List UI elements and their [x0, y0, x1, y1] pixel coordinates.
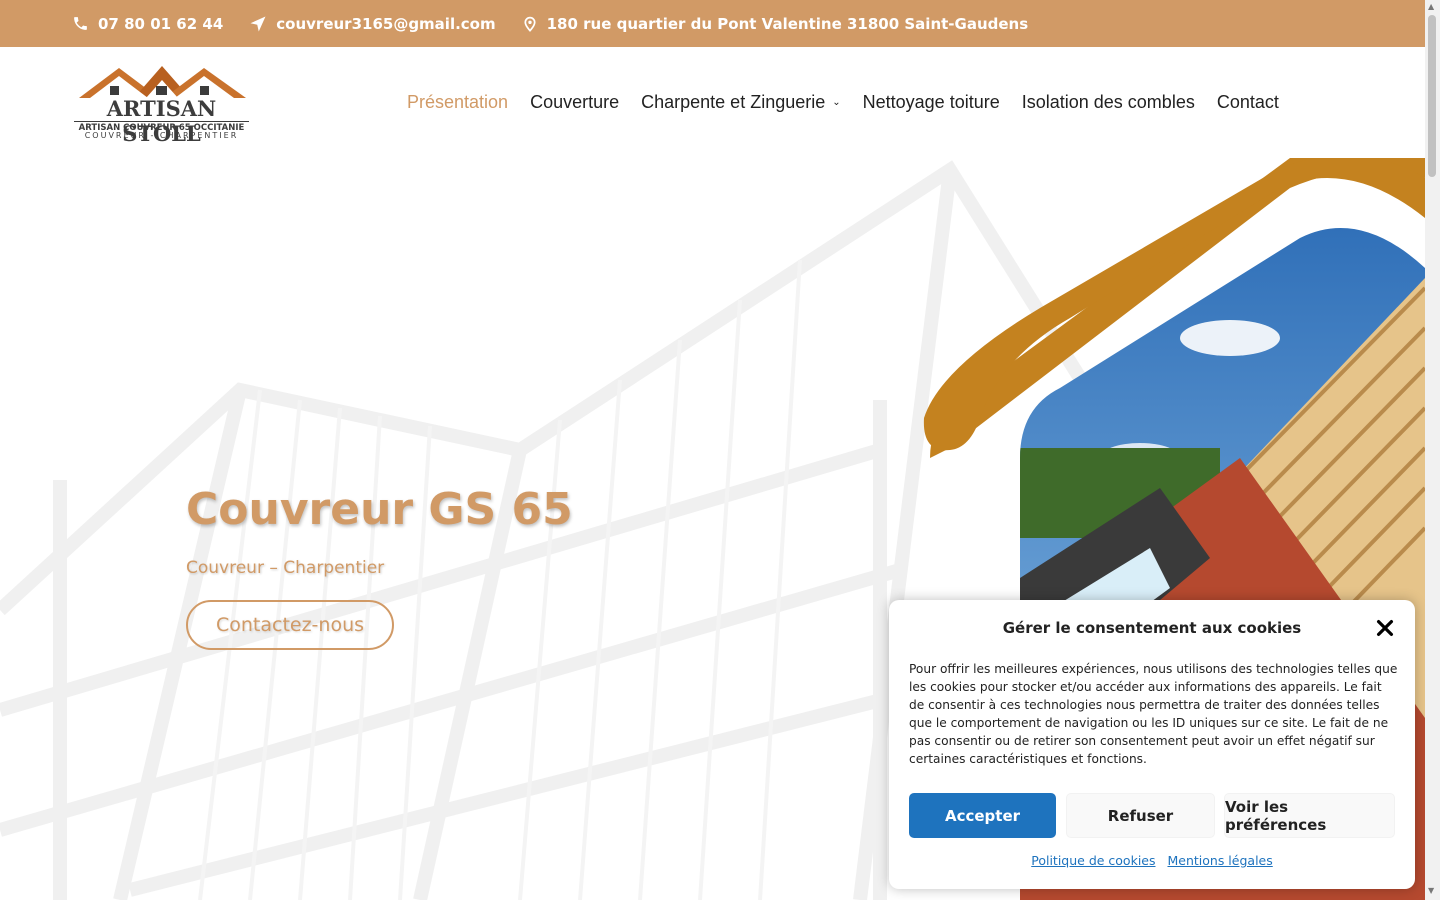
- top-contact-bar: 07 80 01 62 44 couvreur3165@gmail.com 18…: [0, 0, 1425, 47]
- scroll-up-arrow-icon[interactable]: ▲: [1428, 2, 1434, 11]
- view-preferences-button[interactable]: Voir les préférences: [1224, 793, 1395, 838]
- cookie-dialog-text: Pour offrir les meilleures expériences, …: [909, 662, 1398, 766]
- nav-label: Nettoyage toiture: [862, 92, 1000, 112]
- nav-label: Contact: [1216, 92, 1279, 112]
- scrollbar-thumb[interactable]: [1428, 15, 1436, 177]
- logo-subtitle: COUVREUR - CHARPENTIER: [84, 131, 239, 140]
- phone-number: 07 80 01 62 44: [98, 14, 224, 33]
- email-contact[interactable]: couvreur3165@gmail.com: [249, 14, 496, 33]
- nav-charpente-zinguerie[interactable]: Charpente et Zinguerie ⌄: [641, 92, 841, 113]
- hero-subtitle: Couvreur – Charpentier: [186, 558, 385, 578]
- nav-isolation-combles[interactable]: Isolation des combles: [1022, 92, 1195, 113]
- nav-label: Présentation: [407, 92, 509, 112]
- nav-nettoyage-toiture[interactable]: Nettoyage toiture: [863, 92, 1000, 113]
- map-pin-icon: [524, 16, 536, 32]
- chevron-down-icon: ⌄: [832, 97, 841, 108]
- close-icon[interactable]: [1374, 617, 1396, 639]
- scroll-down-arrow-icon[interactable]: ▼: [1428, 886, 1434, 895]
- phone-contact[interactable]: 07 80 01 62 44: [72, 15, 223, 33]
- nav-contact[interactable]: Contact: [1217, 92, 1279, 113]
- address-contact: 180 rue quartier du Pont Valentine 31800…: [522, 14, 1029, 33]
- cookie-dialog-title: Gérer le consentement aux cookies: [1002, 619, 1302, 637]
- send-icon: [250, 16, 266, 31]
- main-navigation: Présentation Couverture Charpente et Zin…: [407, 92, 1301, 113]
- nav-couverture[interactable]: Couverture: [530, 92, 619, 113]
- nav-label: Charpente et Zinguerie: [641, 92, 826, 112]
- phone-icon: [74, 17, 87, 30]
- address-text: 180 rue quartier du Pont Valentine 31800…: [546, 14, 1029, 33]
- nav-label: Couverture: [530, 92, 620, 112]
- nav-presentation[interactable]: Présentation: [407, 92, 508, 113]
- cookie-policy-link[interactable]: Politique de cookies: [1031, 853, 1155, 868]
- email-address: couvreur3165@gmail.com: [276, 14, 496, 33]
- accept-button[interactable]: Accepter: [909, 793, 1056, 838]
- hero-title: Couvreur GS 65: [186, 484, 573, 535]
- refuse-button[interactable]: Refuser: [1066, 793, 1215, 838]
- nav-label: Isolation des combles: [1021, 92, 1195, 112]
- cookie-consent-dialog: Gérer le consentement aux cookies Pour o…: [889, 600, 1415, 889]
- cookie-links: Politique de cookies Mentions légales: [889, 853, 1415, 868]
- contact-cta-button[interactable]: Contactez-nous: [186, 600, 394, 650]
- legal-notice-link[interactable]: Mentions légales: [1167, 853, 1272, 868]
- roof-logo-icon: [79, 66, 246, 98]
- site-logo[interactable]: ARTISAN STOLL ARTISAN COUVREUR 65 OCCITA…: [74, 62, 249, 146]
